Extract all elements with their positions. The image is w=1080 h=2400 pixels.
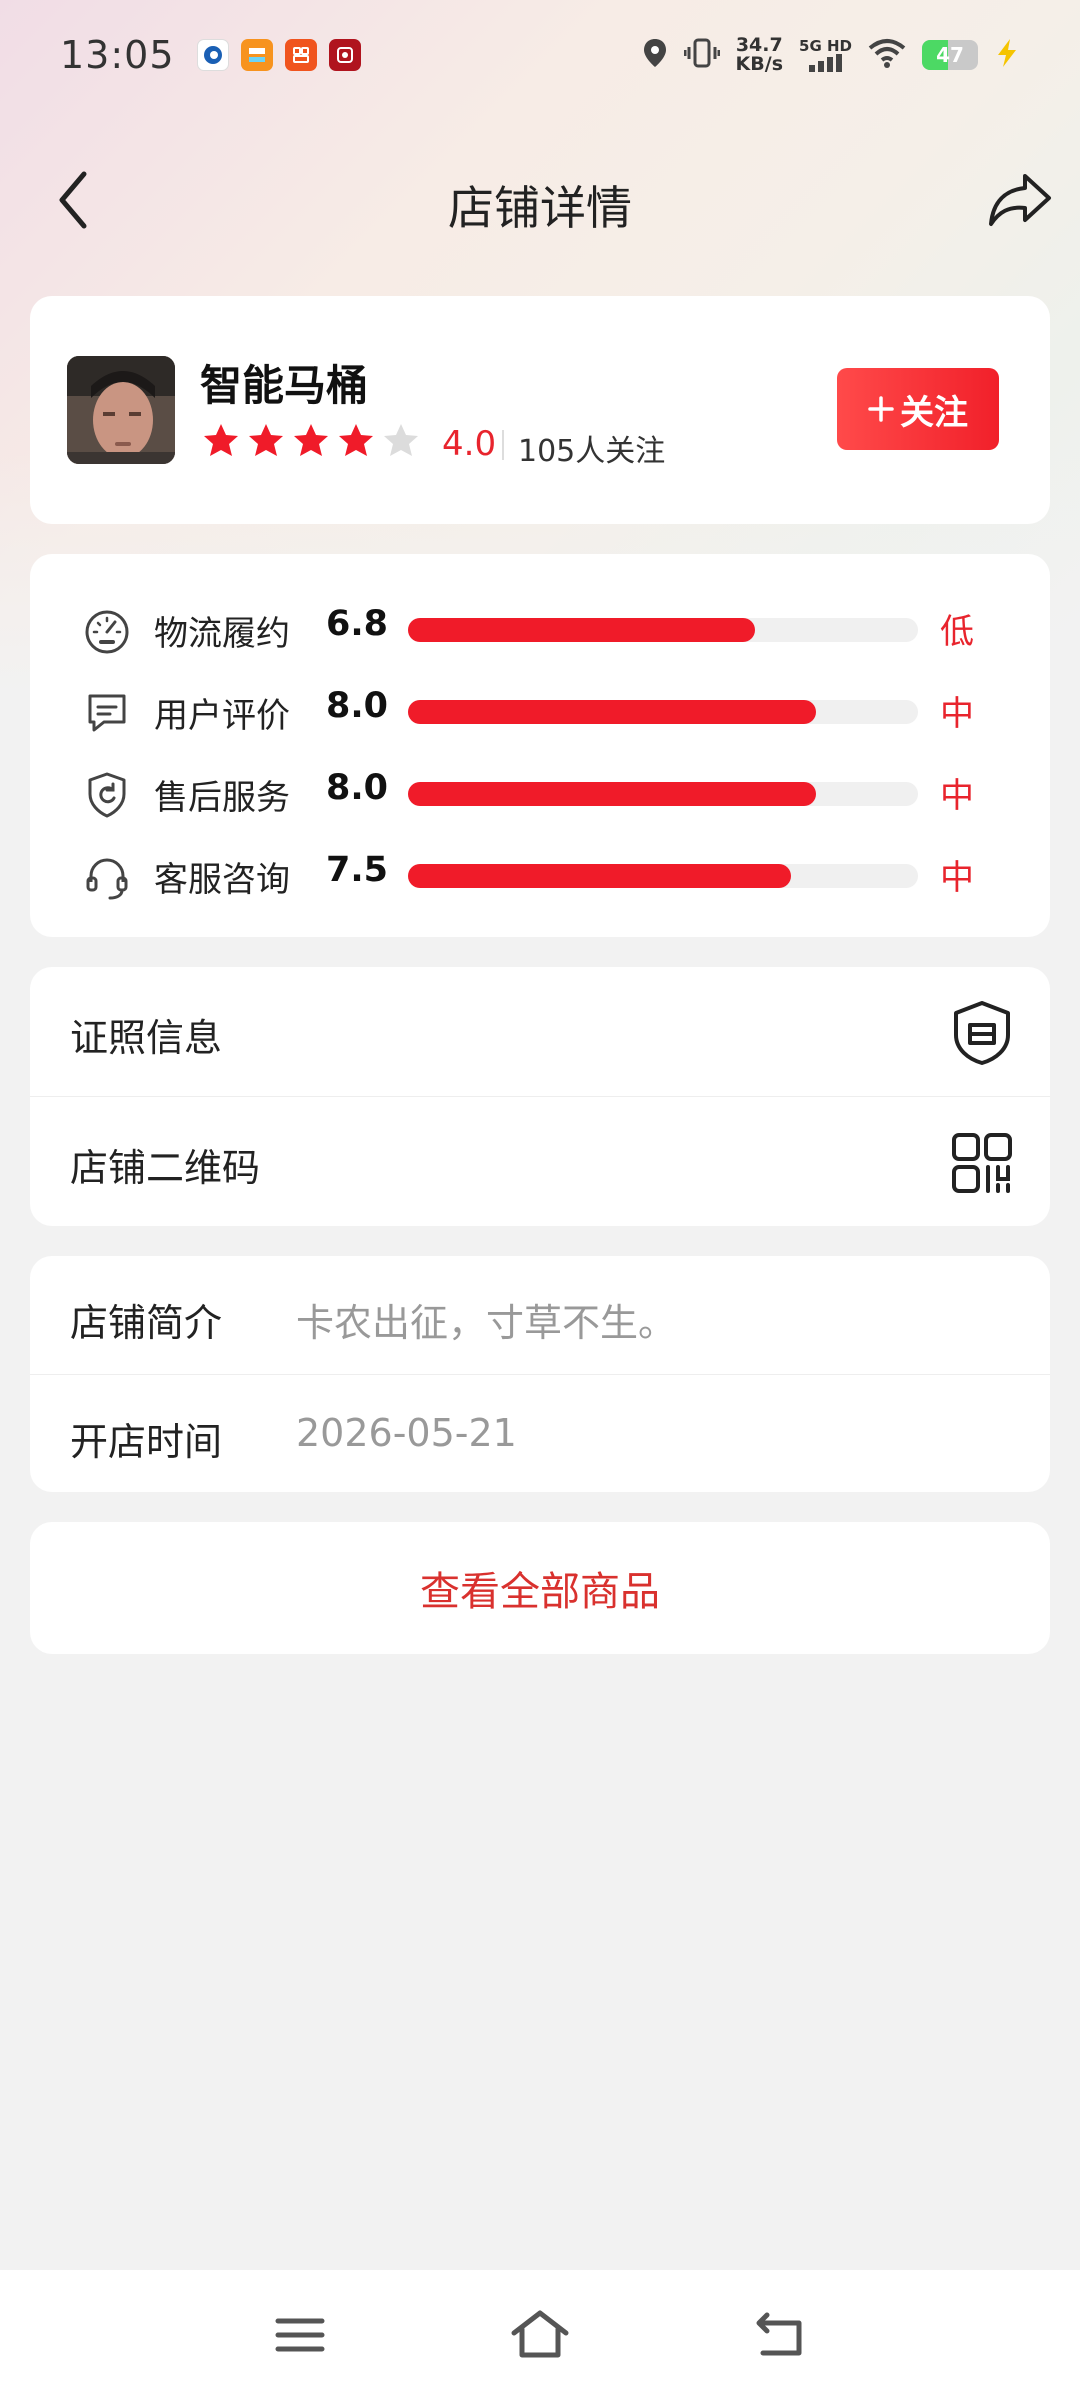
headset-icon (86, 858, 128, 900)
link-label: 证照信息 (70, 1016, 223, 1060)
score-bar-fill (408, 618, 755, 642)
status-indicators: 34.7 KB/s 5G HD 47 (642, 36, 1020, 74)
shop-info-card: 智能马桶 4.0 105人关注 关注 (30, 296, 1050, 524)
star-filled-icon (294, 424, 328, 456)
app-icon-2 (240, 39, 273, 71)
score-bar (408, 700, 918, 724)
app-icon-4 (328, 39, 361, 71)
wifi-icon (868, 38, 906, 72)
score-row-after-sales: 售后服务 8.0 中 (30, 762, 1050, 822)
info-value: 卡农出征，寸草不生。 (296, 1301, 677, 1345)
shop-details-card: 店铺简介 卡农出征，寸草不生。 开店时间 2026-05-21 (30, 1256, 1050, 1492)
battery-icon: 47 (922, 40, 978, 70)
status-time: 13:05 (60, 33, 175, 77)
nav-bar: 店铺详情 (0, 150, 1080, 250)
net-speed: 34.7 KB/s (735, 34, 784, 75)
shop-intro-row: 店铺简介 卡农出征，寸草不生。 (30, 1256, 1050, 1374)
rating-value: 4.0 (442, 424, 497, 464)
score-label: 物流履约 (154, 614, 290, 654)
score-bar-fill (408, 864, 791, 888)
score-level: 中 (940, 858, 974, 898)
score-bar-fill (408, 782, 816, 806)
shop-qrcode-row[interactable]: 店铺二维码 (30, 1096, 1050, 1226)
vibrate-icon (683, 37, 721, 73)
location-icon (642, 37, 668, 73)
share-button[interactable] (980, 162, 1060, 238)
comment-icon (88, 694, 126, 732)
score-label: 售后服务 (154, 778, 290, 818)
score-bar-fill (408, 700, 816, 724)
follow-button[interactable]: 关注 (837, 368, 999, 450)
license-shield-icon (954, 1001, 1010, 1065)
score-bar (408, 618, 918, 642)
back-nav-button[interactable] (740, 2300, 820, 2370)
license-info-row[interactable]: 证照信息 (30, 967, 1050, 1097)
divider (502, 430, 504, 460)
score-value: 6.8 (326, 604, 389, 644)
info-value: 2026-05-21 (296, 1411, 517, 1455)
view-all-products-button[interactable]: 查看全部商品 (30, 1522, 1050, 1654)
menu-button[interactable] (260, 2300, 340, 2370)
signal-icon: 5G HD (799, 38, 852, 72)
page-title: 店铺详情 (448, 181, 632, 235)
status-bar: 13:05 34.7 KB/s 5G HD 47 (0, 0, 1080, 110)
score-bar (408, 864, 918, 888)
home-icon (511, 2310, 569, 2358)
star-filled-icon (249, 424, 283, 456)
score-level: 中 (940, 694, 974, 734)
system-navigation-bar (0, 2270, 1080, 2400)
score-row-logistics: 物流履约 6.8 低 (30, 598, 1050, 658)
share-icon (989, 174, 1051, 226)
plus-icon (868, 396, 894, 422)
star-empty-icon (384, 424, 418, 456)
info-label: 开店时间 (70, 1420, 223, 1464)
rating-stars (202, 422, 420, 460)
menu-icon (275, 2318, 325, 2352)
score-value: 8.0 (326, 686, 389, 726)
score-label: 客服咨询 (154, 860, 290, 900)
open-date-row: 开店时间 2026-05-21 (30, 1374, 1050, 1492)
followers-count: 105人关注 (518, 434, 666, 469)
back-icon (756, 2312, 802, 2356)
shop-name: 智能马桶 (200, 361, 369, 410)
app-icon-1 (196, 39, 229, 71)
score-row-customer-service: 客服咨询 7.5 中 (30, 844, 1050, 904)
link-label: 店铺二维码 (70, 1146, 261, 1190)
shop-links-card: 证照信息 店铺二维码 (30, 967, 1050, 1226)
score-value: 8.0 (326, 768, 389, 808)
view-all-products-label: 查看全部商品 (420, 1569, 660, 1615)
star-filled-icon (339, 424, 373, 456)
home-button[interactable] (500, 2300, 580, 2370)
notification-app-icons (196, 39, 361, 71)
info-label: 店铺简介 (70, 1301, 223, 1345)
follow-button-label: 关注 (900, 392, 968, 433)
score-label: 用户评价 (154, 696, 290, 736)
shield-refresh-icon (88, 772, 126, 818)
score-value: 7.5 (326, 850, 389, 890)
charging-icon (994, 38, 1020, 72)
qrcode-icon (952, 1133, 1012, 1193)
score-bar (408, 782, 918, 806)
score-row-reviews: 用户评价 8.0 中 (30, 680, 1050, 740)
shop-scores-card: 物流履约 6.8 低 用户评价 8.0 中 售后服务 8.0 中 客服咨询 7.… (30, 554, 1050, 937)
star-filled-icon (204, 424, 238, 456)
shop-avatar[interactable] (67, 356, 175, 464)
speedometer-icon (85, 610, 129, 654)
score-level: 低 (940, 612, 974, 652)
app-icon-3 (284, 39, 317, 71)
score-level: 中 (940, 776, 974, 816)
